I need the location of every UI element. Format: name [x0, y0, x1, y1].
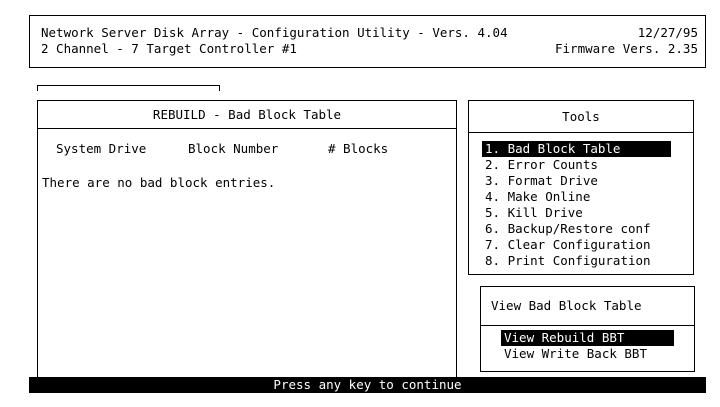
- view-bbt-title: View Bad Block Table: [481, 287, 694, 326]
- app-title: Network Server Disk Array - Configuratio…: [41, 25, 508, 40]
- menu-item-print-configuration[interactable]: 8. Print Configuration: [482, 253, 671, 269]
- panel-title: REBUILD - Bad Block Table: [38, 101, 456, 129]
- menu-item-backup-restore[interactable]: 6. Backup/Restore conf: [482, 221, 671, 237]
- menu-item-bad-block-table[interactable]: 1. Bad Block Table: [482, 141, 671, 157]
- view-bbt-list: View Rebuild BBT View Write Back BBT: [501, 330, 674, 362]
- column-header-system-drive: System Drive: [56, 141, 147, 156]
- date-label: 12/27/95: [637, 25, 698, 40]
- menu-item-clear-configuration[interactable]: 7. Clear Configuration: [482, 237, 671, 253]
- menu-item-view-rebuild-bbt[interactable]: View Rebuild BBT: [501, 330, 674, 346]
- tools-title: Tools: [469, 101, 693, 133]
- status-bar: Press any key to continue: [29, 377, 706, 393]
- tools-menu: Tools 1. Bad Block Table 2. Error Counts…: [468, 100, 694, 275]
- header-panel: Network Server Disk Array - Configuratio…: [29, 15, 706, 68]
- column-header-block-number: Block Number: [188, 141, 279, 156]
- column-header-blocks: # Blocks: [328, 141, 389, 156]
- view-bbt-menu: View Bad Block Table View Rebuild BBT Vi…: [480, 286, 695, 372]
- controller-label: 2 Channel - 7 Target Controller #1: [41, 41, 297, 56]
- tools-list: 1. Bad Block Table 2. Error Counts 3. Fo…: [482, 141, 671, 269]
- menu-item-format-drive[interactable]: 3. Format Drive: [482, 173, 671, 189]
- empty-message: There are no bad block entries.: [42, 175, 276, 190]
- firmware-label: Firmware Vers. 2.35: [555, 41, 698, 56]
- menu-item-view-write-back-bbt[interactable]: View Write Back BBT: [501, 346, 674, 362]
- menu-item-make-online[interactable]: 4. Make Online: [482, 189, 671, 205]
- menu-item-error-counts[interactable]: 2. Error Counts: [482, 157, 671, 173]
- bad-block-table-panel: REBUILD - Bad Block Table System Drive B…: [37, 100, 457, 382]
- tab-frame: [37, 85, 220, 91]
- menu-item-kill-drive[interactable]: 5. Kill Drive: [482, 205, 671, 221]
